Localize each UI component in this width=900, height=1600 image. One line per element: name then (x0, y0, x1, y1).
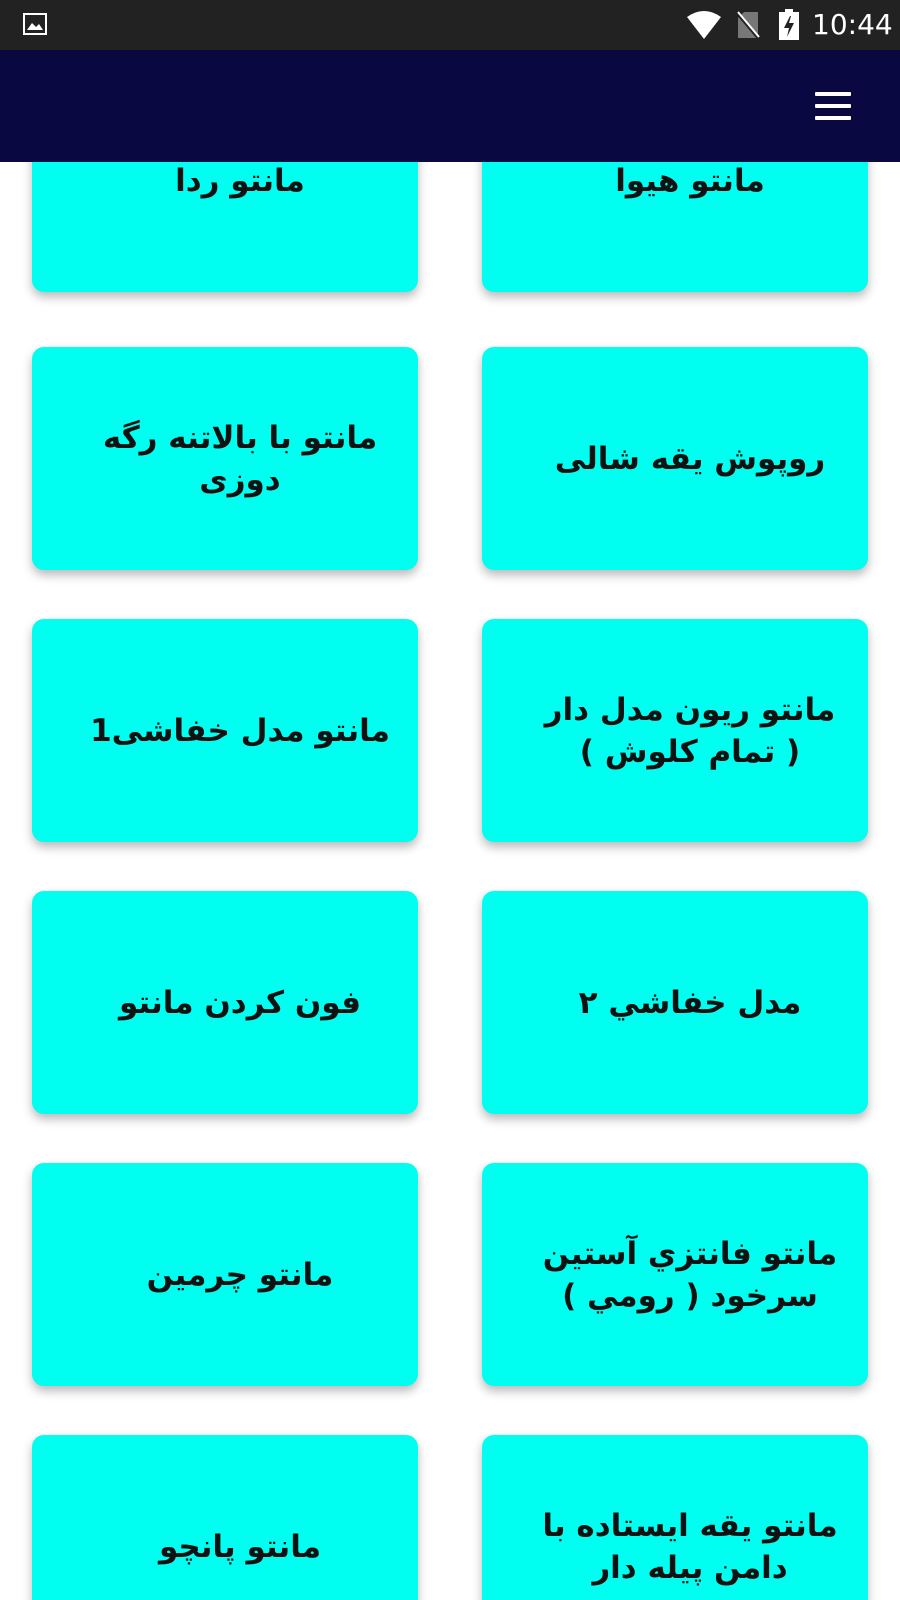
card-label: مانتو مدل خفاشی1 (90, 712, 390, 749)
hamburger-menu-icon[interactable] (812, 88, 854, 124)
image-icon (23, 13, 47, 35)
status-time: 10:44 (812, 8, 893, 41)
card-label: مانتو فانتزي آستين سرخود ( رومي ) (542, 1235, 838, 1314)
card-label: مانتو با بالاتنه رگه دوزی (102, 419, 378, 498)
card-label: مانتو چرمين (146, 1256, 334, 1293)
card-item[interactable]: مانتو فانتزي آستين سرخود ( رومي ) (482, 1163, 868, 1386)
card-grid: مانتو ردا مانتو هيوا مانتو با بالاتنه رگ… (0, 162, 900, 1600)
card-item[interactable]: روپوش يقه شالی (482, 347, 868, 570)
card-item[interactable]: مانتو با بالاتنه رگه دوزی (32, 347, 418, 570)
card-label: روپوش يقه شالی (554, 440, 826, 477)
card-item[interactable]: مانتو ردا (32, 162, 418, 292)
card-label: مانتو هيوا (615, 162, 765, 199)
app-bar (0, 50, 900, 162)
card-item[interactable]: مانتو يقه ايستاده با دامن پيله دار (482, 1435, 868, 1600)
card-item[interactable]: مانتو مدل خفاشی1 (32, 619, 418, 842)
card-label: مانتو پانچو (158, 1528, 322, 1565)
card-label: مدل خفاشي ٢ (578, 984, 802, 1021)
card-item[interactable]: مانتو ريون مدل دار ( تمام كلوش ) (482, 619, 868, 842)
card-label: فون کردن مانتو (118, 984, 362, 1021)
card-item[interactable]: مانتو پانچو (32, 1435, 418, 1600)
card-item[interactable]: فون کردن مانتو (32, 891, 418, 1114)
battery-charging-icon (779, 9, 799, 40)
status-bar: 10:44 (0, 0, 900, 50)
card-label: مانتو يقه ايستاده با دامن پيله دار (542, 1507, 838, 1586)
card-item[interactable]: مانتو هيوا (482, 162, 868, 292)
card-label: مانتو ريون مدل دار ( تمام كلوش ) (544, 691, 836, 770)
wifi-icon (687, 11, 721, 39)
card-item[interactable]: مانتو چرمين (32, 1163, 418, 1386)
no-sim-icon (736, 11, 760, 40)
card-label: مانتو ردا (175, 162, 305, 199)
card-item[interactable]: مدل خفاشي ٢ (482, 891, 868, 1114)
